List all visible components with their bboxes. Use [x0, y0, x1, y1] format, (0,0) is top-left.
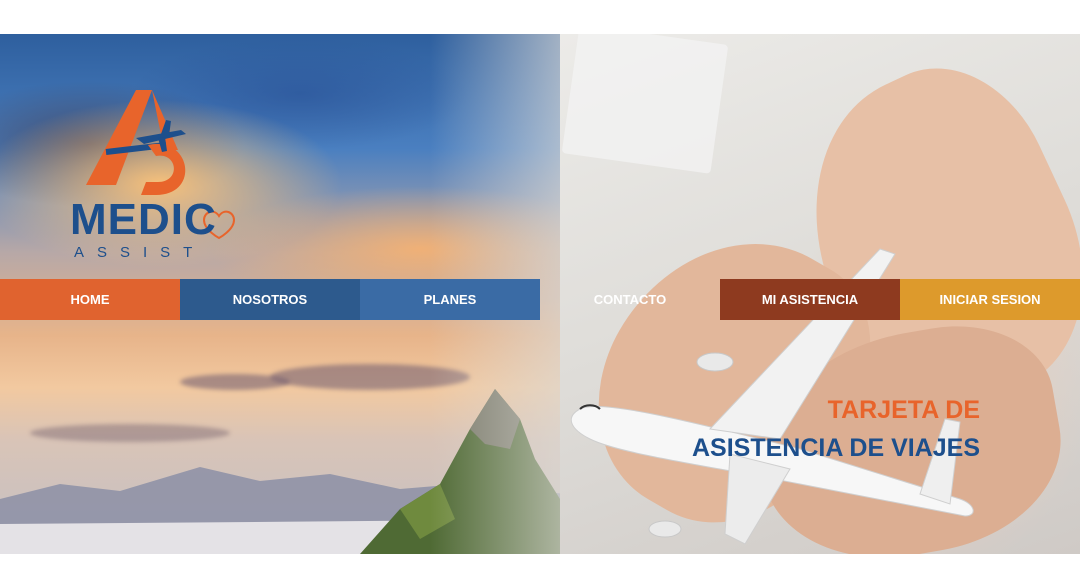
nav-nosotros[interactable]: NOSOTROS [180, 279, 360, 320]
nav-planes[interactable]: PLANES [360, 279, 540, 320]
nav-mi-asistencia[interactable]: MI ASISTENCIA [720, 279, 900, 320]
tagline-line2: ASISTENCIA DE VIAJES [691, 434, 980, 462]
logo-title: MEDIC [70, 195, 217, 244]
main-nav: HOME NOSOTROS PLANES CONTACTO MI ASISTEN… [0, 279, 1080, 320]
logo-subtitle: ASSIST [74, 244, 206, 261]
nav-iniciar-sesion[interactable]: INICIAR SESION [900, 279, 1080, 320]
cloud [180, 374, 290, 390]
tagline-line1: TARJETA DE [827, 396, 980, 424]
nav-home[interactable]: HOME [0, 279, 180, 320]
document-paper [561, 34, 729, 174]
nav-contacto[interactable]: CONTACTO [540, 279, 720, 320]
